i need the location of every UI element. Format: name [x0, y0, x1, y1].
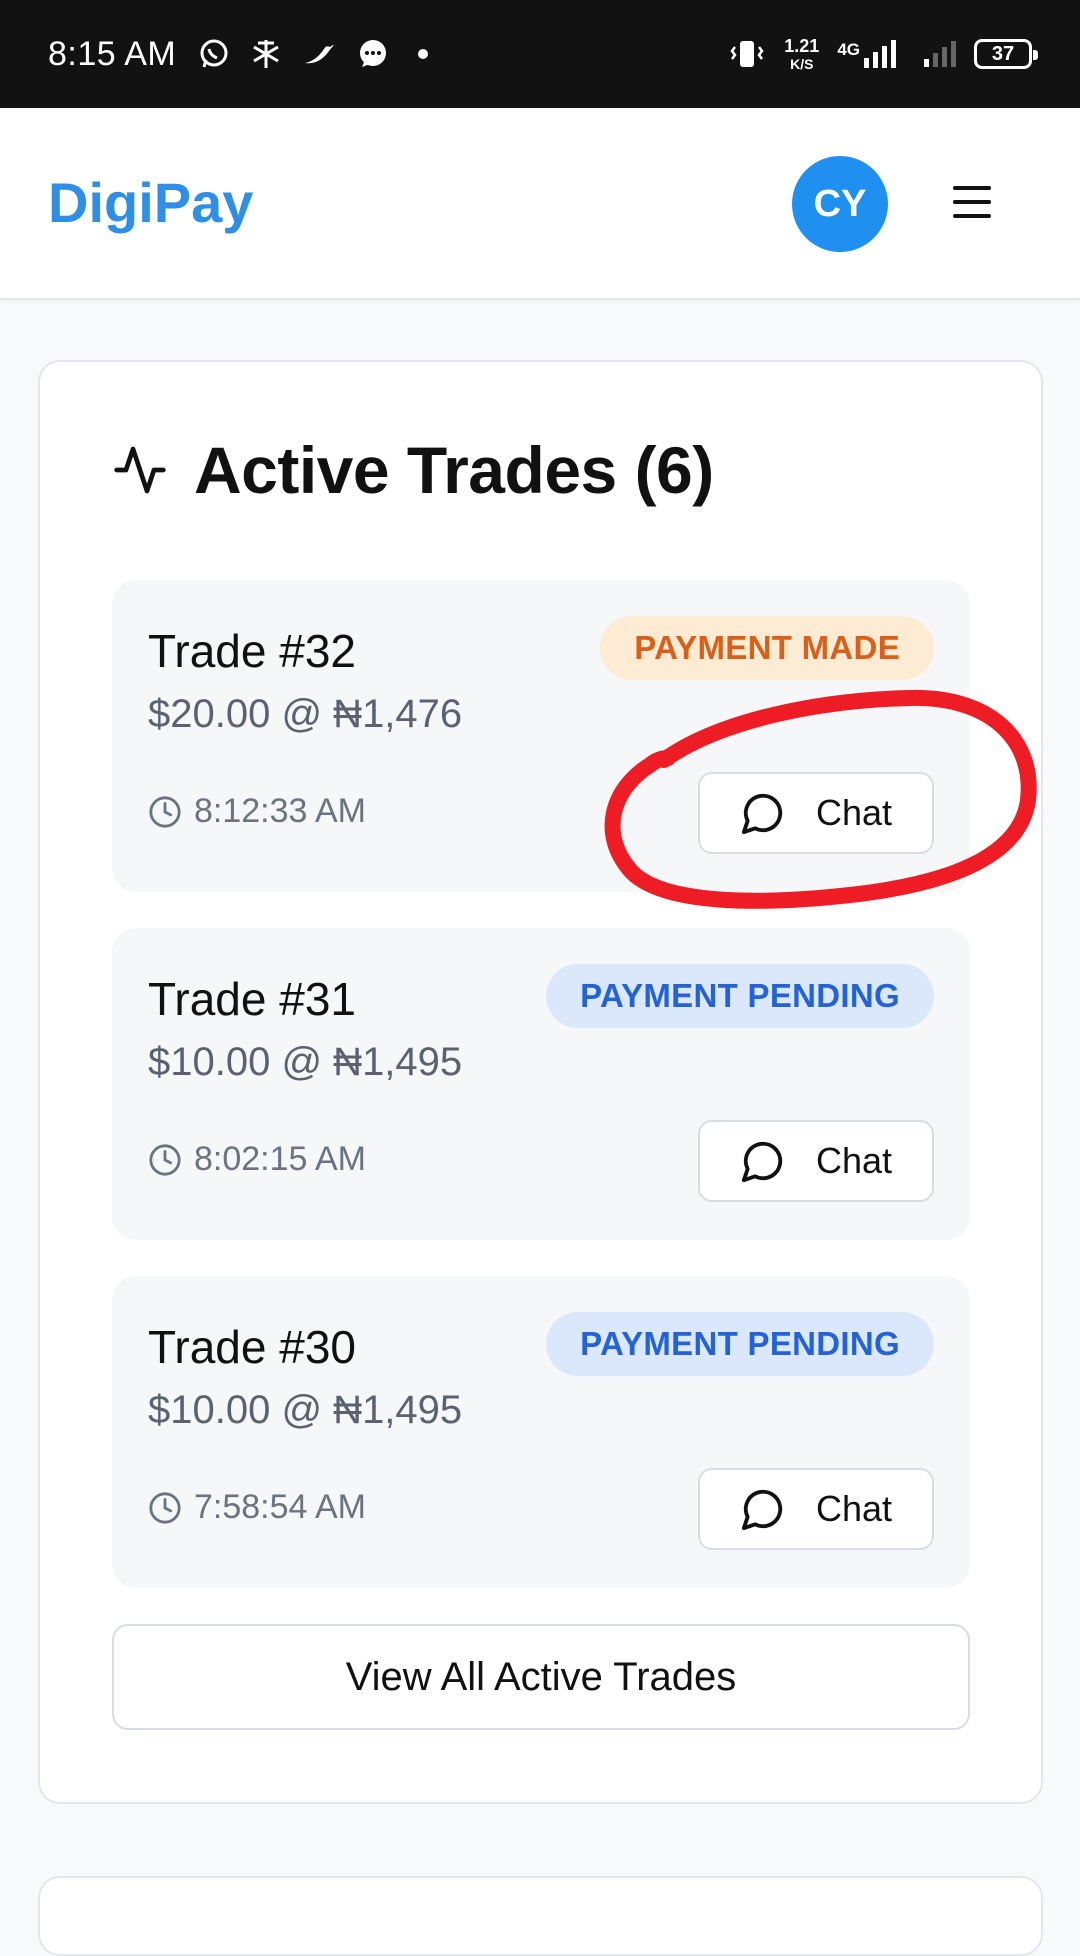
trade-amount: $10.00 @ ₦1,495 [148, 1040, 463, 1084]
trade-id: Trade #30 [148, 1321, 356, 1373]
network-speed: 1.21 K/S [784, 37, 819, 71]
status-badge: PAYMENT PENDING [546, 1312, 934, 1376]
trade-time: 8:12:33 AM [148, 792, 366, 831]
chat-bubble-icon [741, 1141, 783, 1183]
network-speed-unit: K/S [790, 56, 814, 72]
chat-button[interactable]: Chat [698, 772, 934, 854]
status-badge: PAYMENT MADE [600, 616, 934, 680]
trade-time-text: 8:02:15 AM [194, 1140, 367, 1178]
status-time: 8:15 AM [48, 34, 177, 73]
clock-icon [149, 1143, 181, 1176]
network-type: 4G [837, 40, 860, 59]
chat-button[interactable]: Chat [698, 1120, 934, 1202]
notification-icons [198, 37, 429, 71]
trade-card[interactable]: Trade #31 $10.00 @ ₦1,495 8:02:15 AM PAY… [112, 928, 970, 1240]
whatsapp-icon [200, 39, 228, 68]
trade-time: 8:02:15 AM [148, 1140, 366, 1179]
chat-button-label: Chat [815, 792, 893, 833]
active-trades-card: Active Trades (6) Trade #32 $20.00 @ ₦1,… [38, 360, 1043, 1804]
chat-button-label: Chat [815, 1140, 893, 1181]
trade-card[interactable]: Trade #32 $20.00 @ ₦1,476 8:12:33 AM PAY… [112, 580, 970, 892]
signal-strength-icon: 4G [837, 40, 896, 68]
next-section-card [38, 1876, 1043, 1956]
signal-strength-weak-icon [924, 41, 956, 67]
trade-id: Trade #31 [148, 973, 356, 1025]
messages-icon [360, 40, 387, 67]
system-icons: 1.21 K/S 4G 37 [728, 37, 1038, 71]
chat-bubble-icon [741, 1489, 783, 1531]
status-badge: PAYMENT PENDING [546, 964, 934, 1028]
trade-amount: $20.00 @ ₦1,476 [148, 692, 463, 736]
trade-time: 7:58:54 AM [148, 1488, 366, 1527]
trade-card[interactable]: Trade #30 $10.00 @ ₦1,495 7:58:54 AM PAY… [112, 1276, 970, 1588]
more-notifications-dot [418, 49, 429, 59]
trade-time-text: 7:58:54 AM [194, 1488, 367, 1526]
app-header: DigiPay CY [0, 108, 1080, 300]
status-bar: 8:15 AM 1.21 K/S 4G 37 [0, 0, 1080, 108]
page-title: Active Trades (6) [194, 433, 714, 507]
clock-icon [149, 795, 181, 828]
chat-button-label: Chat [815, 1488, 893, 1529]
clock-icon [149, 1491, 181, 1524]
user-avatar[interactable]: CY [792, 156, 888, 252]
trade-amount: $10.00 @ ₦1,495 [148, 1388, 463, 1432]
view-all-active-trades-button[interactable]: View All Active Trades [112, 1624, 970, 1730]
app-notification-icon [253, 40, 280, 68]
active-trades-heading: Active Trades (6) [112, 432, 714, 508]
battery-level: 37 [991, 42, 1015, 65]
avatar-initials: CY [813, 182, 867, 225]
vibrate-icon [730, 41, 764, 67]
pepper-icon [305, 45, 335, 64]
network-speed-value: 1.21 [784, 36, 820, 56]
brand-logo[interactable]: DigiPay [48, 170, 253, 235]
chat-bubble-icon [741, 793, 783, 835]
activity-pulse-icon [114, 446, 166, 494]
chat-button[interactable]: Chat [698, 1468, 934, 1550]
trade-id: Trade #32 [148, 625, 356, 677]
battery-icon: 37 [974, 39, 1038, 69]
trade-time-text: 8:12:33 AM [194, 792, 367, 830]
hamburger-menu-icon[interactable] [950, 180, 994, 224]
